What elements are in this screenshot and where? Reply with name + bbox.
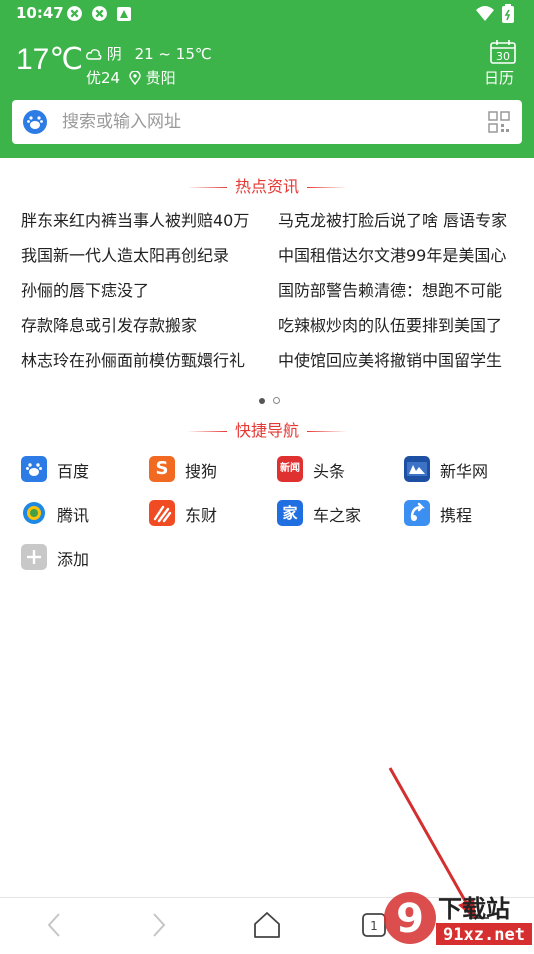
quick-nav-label: 携程 <box>440 506 473 525</box>
quick-nav-label: 头条 <box>313 462 346 481</box>
search-bar[interactable] <box>12 100 522 144</box>
calendar-label[interactable]: 日历 <box>484 67 514 88</box>
dongcai-icon <box>149 500 175 526</box>
weather-location-row[interactable]: 优24 贵阳 <box>86 67 176 88</box>
watermark-brand: 下载站 <box>438 895 510 923</box>
quick-nav-label: 百度 <box>57 462 90 481</box>
weather-condition: 阴 <box>106 45 122 63</box>
status-bar: 10:47 <box>0 0 534 28</box>
news-item[interactable]: 胖东来红内裤当事人被判赔40万 <box>21 209 269 233</box>
status-time: 10:47 <box>16 4 64 22</box>
quick-nav-label: 车之家 <box>313 506 362 525</box>
news-item[interactable]: 我国新一代人造太阳再创纪录 <box>21 244 269 268</box>
hot-news-title: 热点资讯 <box>0 173 534 197</box>
quick-nav-label: 腾讯 <box>57 506 90 525</box>
news-item[interactable]: 中国租借达尔文港99年是美国心 <box>278 244 528 268</box>
air-quality: 优24 <box>86 69 121 87</box>
city-name: 贵阳 <box>145 69 176 87</box>
top-header: 10:47 17℃ 阴 21 ~ 15℃ 优24 贵阳 30 日历 搜索或输入网… <box>0 0 534 158</box>
watermark-mark: 9 <box>396 896 424 942</box>
add-icon <box>21 544 47 570</box>
xinhua-icon <box>404 456 430 482</box>
search-input[interactable] <box>62 100 462 144</box>
calendar-button[interactable]: 30 <box>486 40 520 68</box>
app-notification-icon <box>67 6 82 21</box>
weather-range: 21 ~ 15℃ <box>134 44 212 63</box>
news-item[interactable]: 吃辣椒炒肉的队伍要排到美国了 <box>278 314 528 338</box>
ctrip-icon <box>404 500 430 526</box>
quick-nav-label: 新华网 <box>440 462 489 481</box>
gallery-notification-icon <box>117 7 131 21</box>
wifi-icon <box>476 6 494 21</box>
news-item[interactable]: 林志玲在孙俪面前模仿甄嬛行礼 <box>21 349 269 373</box>
sogou-icon: S <box>149 456 175 482</box>
news-item[interactable]: 存款降息或引发存款搬家 <box>21 314 269 338</box>
back-button[interactable] <box>38 908 72 942</box>
site-watermark: 9 下载站 91xz.net <box>380 882 534 950</box>
baidu-search-icon[interactable] <box>23 110 47 134</box>
news-item[interactable]: 孙俪的唇下痣没了 <box>21 279 269 303</box>
calendar-icon: 30 <box>490 40 516 64</box>
news-item[interactable]: 中使馆回应美将撤销中国留学生 <box>278 349 528 373</box>
location-pin-icon <box>129 69 141 85</box>
toutiao-icon: 新闻 <box>277 456 303 482</box>
news-item[interactable]: 国防部警告赖清德：想跑不可能 <box>278 279 528 303</box>
home-button[interactable] <box>250 908 284 942</box>
quick-nav-label: 搜狗 <box>185 462 218 481</box>
quick-nav-label: 东财 <box>185 506 218 525</box>
news-item[interactable]: 马克龙被打脸后说了啥 唇语专家 <box>278 209 528 233</box>
news-pager-dots <box>255 389 284 408</box>
pager-dot <box>273 397 280 404</box>
baidu-icon <box>21 456 47 482</box>
status-wifi-battery <box>476 4 514 23</box>
quick-nav-title: 快捷导航 <box>0 417 534 441</box>
quick-nav-label: 添加 <box>57 550 90 569</box>
forward-button[interactable] <box>141 908 175 942</box>
app-notification-icon <box>92 6 107 21</box>
cloud-icon <box>86 48 102 60</box>
tencent-icon <box>21 500 47 526</box>
calendar-day: 30 <box>496 50 510 63</box>
autohome-icon: 家 <box>277 500 303 526</box>
qr-scan-icon[interactable] <box>488 111 510 133</box>
tab-count: 1 <box>370 919 378 933</box>
weather-temperature[interactable]: 17℃ <box>16 42 83 77</box>
weather-condition-row[interactable]: 阴 21 ~ 15℃ <box>86 43 212 64</box>
pager-dot-active <box>259 398 265 404</box>
watermark-domain: 91xz.net <box>443 925 525 945</box>
